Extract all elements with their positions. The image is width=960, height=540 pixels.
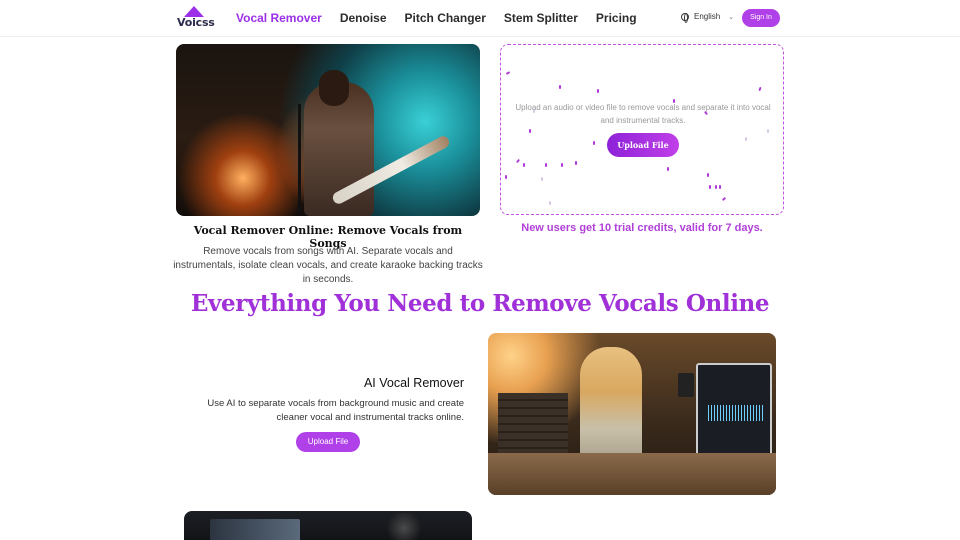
- confetti: [515, 158, 521, 164]
- language-selector[interactable]: English ⌄: [681, 12, 735, 23]
- confetti: [549, 201, 551, 205]
- confetti: [529, 129, 531, 133]
- studio-rack: [498, 393, 568, 453]
- confetti: [758, 86, 762, 92]
- hero-description: Remove vocals from songs with AI. Separa…: [173, 246, 483, 285]
- confetti: [721, 196, 727, 202]
- feature-title: AI Vocal Remover: [363, 376, 464, 390]
- studio-light: [384, 513, 424, 540]
- logo[interactable]: Voicss: [176, 6, 218, 30]
- next-feature-image: [184, 511, 472, 540]
- confetti: [593, 141, 595, 145]
- feature-upload-button[interactable]: Upload File: [296, 432, 360, 452]
- confetti: [559, 85, 561, 89]
- upload-file-button[interactable]: Upload File: [607, 133, 679, 157]
- confetti: [545, 163, 547, 167]
- studio-desk: [488, 453, 776, 495]
- upload-instruction: Upload an audio or video file to remove …: [515, 103, 771, 125]
- waveform-monitor: [696, 363, 772, 459]
- confetti: [561, 163, 563, 167]
- nav-vocal-remover[interactable]: Vocal Remover: [236, 11, 322, 25]
- studio-speaker: [678, 373, 694, 397]
- feature-description: Use AI to separate vocals from backgroun…: [207, 398, 464, 423]
- waveform: [708, 405, 764, 421]
- confetti: [709, 185, 711, 189]
- upload-dropzone[interactable]: Upload an audio or video file to remove …: [500, 44, 784, 215]
- hero-image: [176, 44, 480, 216]
- language-label: English: [694, 12, 721, 21]
- sign-in-button[interactable]: Sign In: [742, 9, 780, 27]
- trial-promo: New users get 10 trial credits, valid fo…: [521, 222, 763, 234]
- mic-stand: [298, 104, 301, 214]
- confetti: [505, 71, 511, 75]
- confetti: [667, 167, 669, 171]
- confetti: [575, 161, 577, 165]
- nav-pitch-changer[interactable]: Pitch Changer: [405, 11, 486, 25]
- confetti: [745, 137, 747, 141]
- confetti: [719, 185, 721, 189]
- feature-image: [488, 333, 776, 495]
- nav-pricing[interactable]: Pricing: [596, 11, 637, 25]
- chevron-down-icon: ⌄: [728, 13, 735, 21]
- confetti: [707, 173, 709, 177]
- guitarist-head: [319, 70, 349, 106]
- confetti: [523, 163, 525, 167]
- globe-icon: [681, 12, 689, 23]
- confetti: [541, 177, 543, 181]
- confetti: [767, 129, 769, 133]
- logo-text: Voicss: [177, 16, 215, 29]
- confetti: [597, 89, 599, 93]
- confetti: [505, 175, 507, 179]
- site-header: Voicss Vocal Remover Denoise Pitch Chang…: [0, 0, 960, 37]
- confetti: [715, 185, 717, 189]
- studio-screen: [210, 519, 300, 540]
- nav-stem-splitter[interactable]: Stem Splitter: [504, 11, 578, 25]
- section-title: Everything You Need to Remove Vocals Onl…: [190, 290, 770, 317]
- nav-denoise[interactable]: Denoise: [340, 11, 387, 25]
- main-nav: Vocal Remover Denoise Pitch Changer Stem…: [236, 11, 655, 25]
